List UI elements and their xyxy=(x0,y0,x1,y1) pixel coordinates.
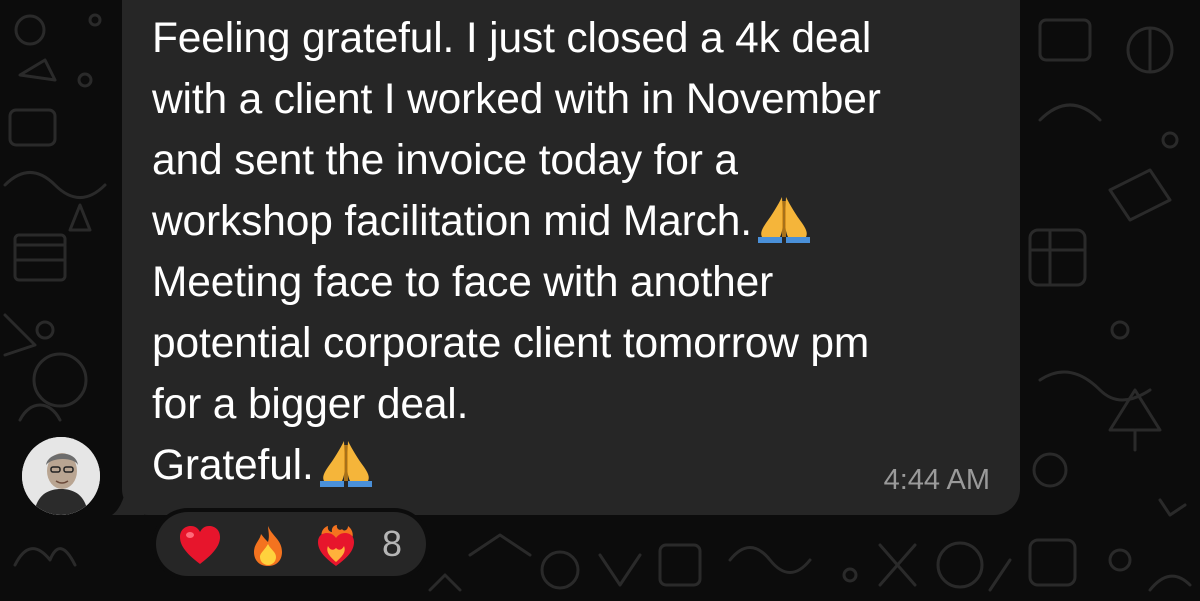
message-line: with a client I worked with in November xyxy=(152,76,881,123)
avatar-photo-icon xyxy=(22,437,100,515)
reaction-count: 8 xyxy=(382,523,403,564)
message-line: and sent the invoice today for a xyxy=(152,137,738,184)
sender-avatar[interactable] xyxy=(22,437,100,515)
fire-emoji-icon[interactable] xyxy=(246,524,290,568)
red-heart-emoji-icon[interactable] xyxy=(178,524,222,568)
message-timestamp: 4:44 AM xyxy=(883,464,990,496)
message-line: Feeling grateful. I just closed a 4k dea… xyxy=(152,15,872,62)
message-line: potential corporate client tomorrow pm xyxy=(152,320,870,367)
message-line: workshop facilitation mid March. xyxy=(152,198,752,245)
pray-emoji-icon xyxy=(757,197,810,243)
reactions-bar[interactable]: 8 xyxy=(156,512,426,576)
heart-on-fire-emoji-icon[interactable] xyxy=(314,524,358,568)
message-line: Meeting face to face with another xyxy=(152,259,774,306)
pray-emoji-icon xyxy=(319,441,372,487)
message-text: Feeling grateful. I just closed a 4k dea… xyxy=(152,8,1012,496)
message-bubble-tail xyxy=(112,488,144,515)
message-line: for a bigger deal. xyxy=(152,381,469,428)
message-line: Grateful. xyxy=(152,442,314,489)
